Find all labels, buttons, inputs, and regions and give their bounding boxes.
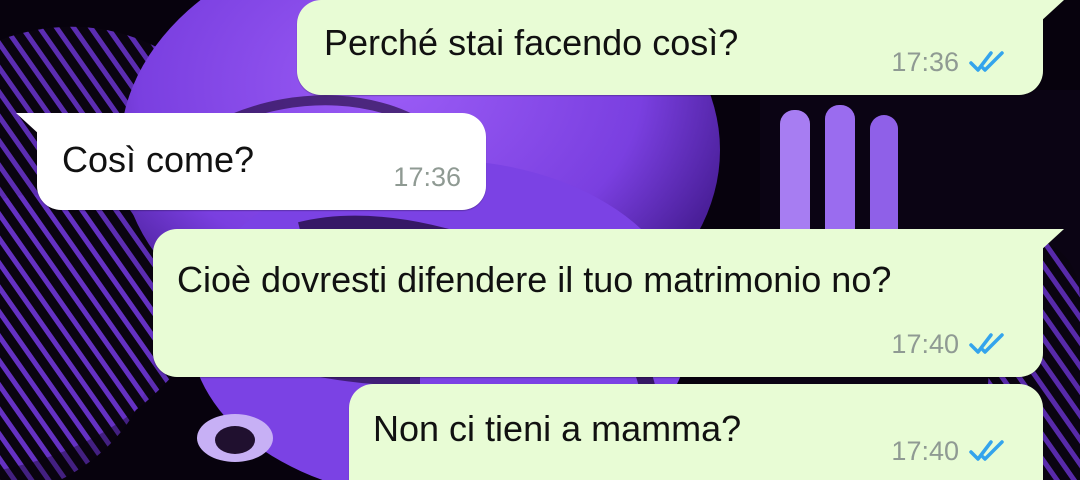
message-meta: 17:36 (891, 47, 1009, 77)
double-check-read-icon (969, 440, 1004, 461)
message-text: Così come? (62, 139, 255, 180)
message-bubble-outgoing[interactable]: Non ci tieni a mamma? 17:40 (349, 384, 1043, 480)
double-check-read-icon (969, 333, 1004, 354)
message-time: 17:40 (891, 329, 959, 359)
message-meta: 17:36 (393, 162, 461, 192)
message-time: 17:36 (393, 162, 461, 192)
message-text: Cioè dovresti difendere il tuo matrimoni… (177, 259, 892, 300)
message-time: 17:40 (891, 436, 959, 466)
message-text: Perché stai facendo così? (324, 22, 739, 63)
message-bubble-outgoing[interactable]: Cioè dovresti difendere il tuo matrimoni… (153, 229, 1043, 377)
bubble-tail-outgoing (1040, 0, 1064, 22)
message-bubble-incoming[interactable]: Così come? 17:36 (37, 113, 486, 210)
message-meta: 17:40 (891, 436, 1009, 466)
double-check-read-icon (969, 51, 1004, 72)
message-bubble-outgoing[interactable]: Perché stai facendo così? 17:36 (297, 0, 1043, 95)
message-text: Non ci tieni a mamma? (373, 408, 742, 449)
message-time: 17:36 (891, 47, 959, 77)
bubble-tail-outgoing (1040, 229, 1064, 251)
bubble-tail-incoming (16, 113, 40, 135)
message-meta: 17:40 (891, 329, 1009, 359)
